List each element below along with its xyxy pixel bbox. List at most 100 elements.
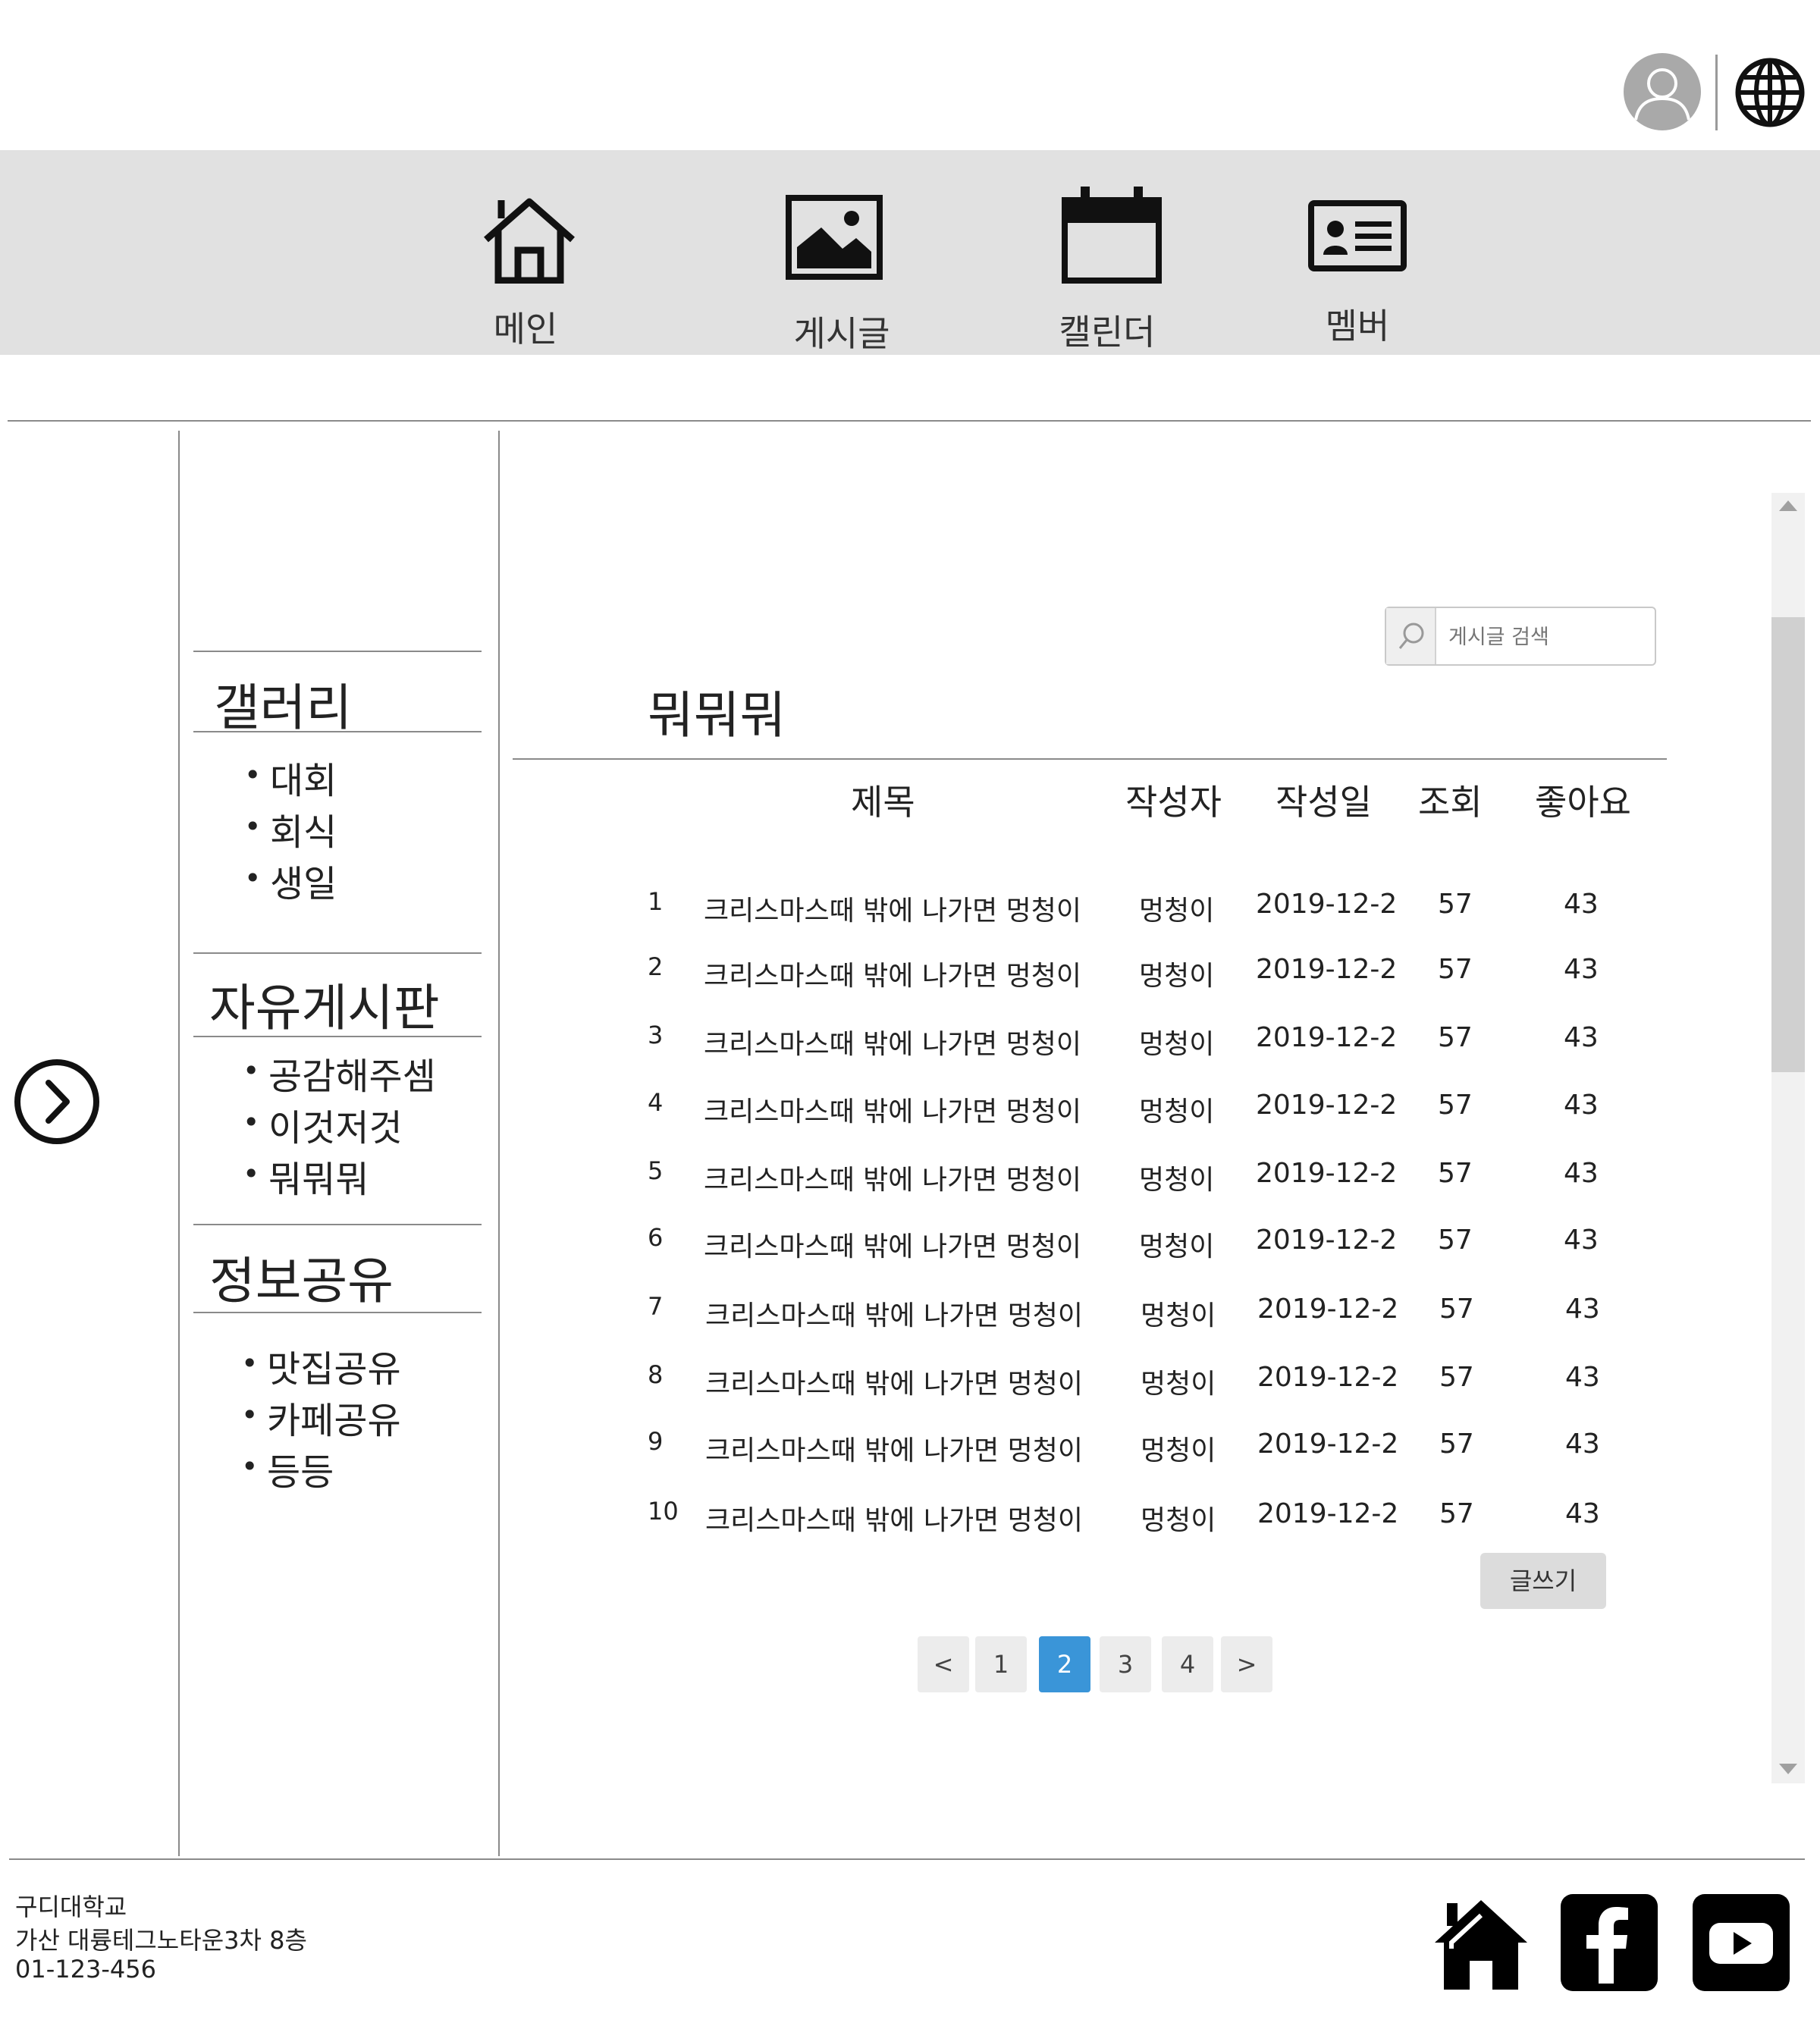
nav-item-calendar[interactable] (1021, 187, 1203, 285)
pagination-page[interactable]: 3 (1100, 1636, 1151, 1692)
row-views: 57 (1439, 1498, 1474, 1529)
pagination-page[interactable]: 4 (1162, 1636, 1213, 1692)
sidebar-toggle-button[interactable] (14, 1058, 100, 1145)
category-divider (193, 1036, 482, 1037)
sidebar-item[interactable]: 뭐뭐뭐 (243, 1149, 369, 1203)
category-divider (193, 1312, 482, 1313)
row-likes: 43 (1565, 1294, 1600, 1325)
row-number: 8 (648, 1360, 664, 1389)
column-header-likes: 좋아요 (1535, 782, 1631, 823)
chevron-right-icon (14, 1059, 99, 1144)
pagination-page-current[interactable]: 2 (1039, 1636, 1090, 1692)
row-title-link[interactable]: 크리스마스때 밖에 나가면 멍청이 (704, 889, 1081, 928)
row-author: 멍청이 (1139, 1096, 1215, 1127)
calendar-icon (1062, 187, 1162, 284)
sidebar-item[interactable]: 생일 (244, 854, 337, 907)
column-header-date: 작성일 (1276, 782, 1372, 823)
write-button[interactable]: 글쓰기 (1480, 1553, 1606, 1609)
row-likes: 43 (1564, 1158, 1599, 1189)
row-likes: 43 (1564, 954, 1599, 985)
globe-icon[interactable] (1734, 56, 1806, 129)
row-likes: 43 (1565, 1362, 1600, 1393)
row-views: 57 (1439, 1294, 1474, 1325)
main-nav: 메인 게시글 캘린더 멤버 (0, 150, 1820, 355)
scrollbar-thumb[interactable] (1771, 617, 1805, 1072)
sidebar-item[interactable]: 공감해주셈 (243, 1046, 436, 1099)
nav-item-posts[interactable] (743, 194, 925, 281)
row-author: 멍청이 (1139, 961, 1215, 992)
row-number: 1 (648, 887, 664, 916)
row-number: 6 (648, 1223, 664, 1252)
row-author: 멍청이 (1141, 1435, 1216, 1466)
id-card-icon (1308, 200, 1407, 271)
row-title-link[interactable]: 크리스마스때 밖에 나가면 멍청이 (704, 1158, 1081, 1197)
row-title-link[interactable]: 크리스마스때 밖에 나가면 멍청이 (705, 1294, 1083, 1333)
category-divider (193, 952, 482, 954)
row-views: 57 (1438, 889, 1473, 920)
footer-phone: 01-123-456 (15, 1955, 156, 1984)
category-divider (193, 651, 482, 652)
column-header-views: 조회 (1418, 782, 1483, 823)
sidebar-item[interactable]: 등등 (241, 1442, 334, 1495)
search-input[interactable] (1447, 608, 1647, 666)
row-title-link[interactable]: 크리스마스때 밖에 나가면 멍청이 (704, 1022, 1081, 1062)
row-views: 57 (1439, 1429, 1474, 1460)
row-number: 3 (648, 1021, 664, 1049)
row-author: 멍청이 (1139, 1231, 1215, 1262)
youtube-icon[interactable] (1693, 1894, 1790, 1994)
sidebar-item[interactable]: 대회 (244, 751, 337, 804)
row-views: 57 (1438, 1158, 1473, 1189)
category-divider (193, 1224, 482, 1225)
row-author: 멍청이 (1139, 1029, 1215, 1060)
sidebar-item[interactable]: 이것저것 (243, 1098, 403, 1151)
sidebar-item[interactable]: 회식 (244, 802, 337, 855)
facebook-icon[interactable] (1561, 1894, 1658, 1994)
row-likes: 43 (1565, 1429, 1600, 1460)
row-title-link[interactable]: 크리스마스때 밖에 나가면 멍청이 (705, 1362, 1083, 1401)
nav-label-calendar: 캘린더 (1059, 312, 1156, 353)
row-date: 2019-12-2 (1256, 1022, 1398, 1053)
row-title-link[interactable]: 크리스마스때 밖에 나가면 멍청이 (705, 1429, 1083, 1468)
row-likes: 43 (1564, 889, 1599, 920)
row-title-link[interactable]: 크리스마스때 밖에 나가면 멍청이 (704, 954, 1081, 993)
row-number: 9 (648, 1427, 664, 1456)
row-title-link[interactable]: 크리스마스때 밖에 나가면 멍청이 (704, 1090, 1081, 1129)
sidebar-item[interactable]: 맛집공유 (241, 1339, 401, 1392)
row-views: 57 (1438, 1090, 1473, 1121)
pagination-prev[interactable]: < (918, 1636, 969, 1692)
row-title-link[interactable]: 크리스마스때 밖에 나가면 멍청이 (704, 1225, 1081, 1264)
scroll-down-arrow-icon[interactable] (1779, 1764, 1797, 1774)
image-icon (786, 195, 883, 280)
sidebar-item[interactable]: 카페공유 (241, 1391, 401, 1444)
row-views: 57 (1438, 1022, 1473, 1053)
row-number: 7 (648, 1292, 664, 1321)
pagination-page[interactable]: 1 (975, 1636, 1027, 1692)
row-date: 2019-12-2 (1256, 1090, 1398, 1121)
board-header-divider (513, 758, 1667, 760)
row-date: 2019-12-2 (1257, 1362, 1399, 1393)
row-date: 2019-12-2 (1256, 889, 1398, 920)
column-header-title: 제목 (851, 782, 915, 823)
row-views: 57 (1438, 954, 1473, 985)
row-author: 멍청이 (1141, 1300, 1216, 1331)
row-author: 멍청이 (1139, 895, 1215, 927)
row-date: 2019-12-2 (1256, 1158, 1398, 1189)
row-author: 멍청이 (1139, 1165, 1215, 1196)
row-title-link[interactable]: 크리스마스때 밖에 나가면 멍청이 (705, 1498, 1083, 1538)
row-date: 2019-12-2 (1256, 1225, 1398, 1256)
search-icon[interactable] (1386, 608, 1436, 664)
home-icon[interactable] (1432, 1896, 1530, 1994)
nav-item-main[interactable] (438, 196, 620, 284)
board-title: 뭐뭐뭐 (648, 686, 786, 745)
row-author: 멍청이 (1141, 1369, 1216, 1400)
pagination-next[interactable]: > (1221, 1636, 1272, 1692)
nav-label-main: 메인 (493, 309, 558, 350)
user-avatar-icon[interactable] (1624, 53, 1701, 130)
left-rail-divider (178, 431, 180, 1856)
category-divider (193, 731, 482, 732)
nav-item-members[interactable] (1266, 200, 1448, 271)
content-top-divider (8, 420, 1811, 422)
row-date: 2019-12-2 (1257, 1498, 1399, 1529)
footer-org-name: 구디대학교 (15, 1893, 127, 1921)
scroll-up-arrow-icon[interactable] (1779, 500, 1797, 511)
